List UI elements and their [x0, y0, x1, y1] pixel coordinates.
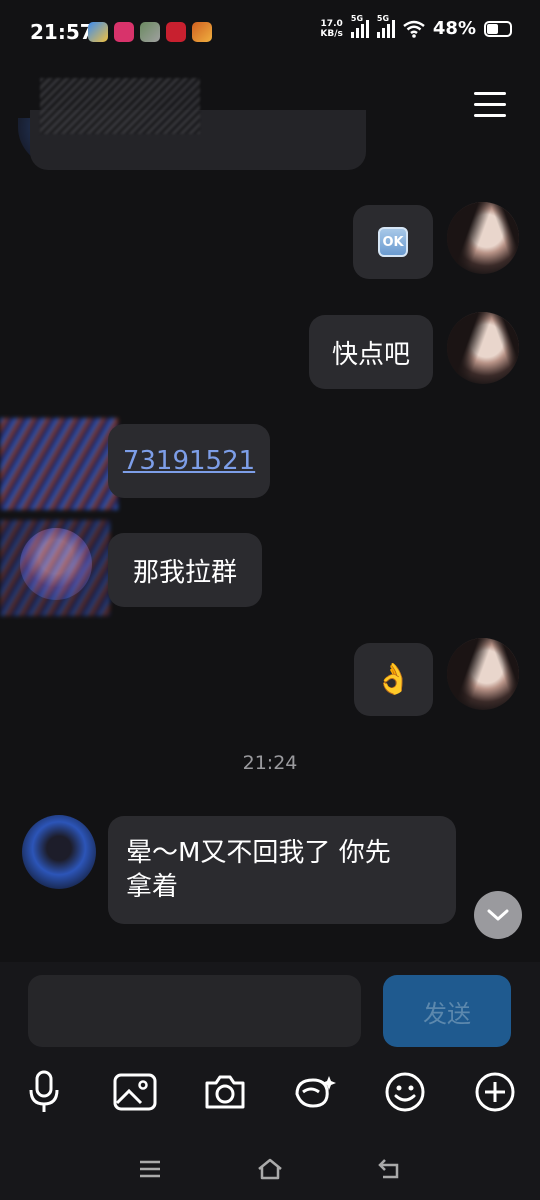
home-icon[interactable]	[255, 1154, 285, 1184]
plus-icon[interactable]	[465, 1062, 525, 1122]
input-toolbar	[0, 1062, 540, 1122]
message-timestamp: 21:24	[242, 752, 298, 774]
camera-icon[interactable]	[195, 1062, 255, 1122]
censored-avatar	[0, 418, 118, 510]
message-bubble-right[interactable]: 👌	[354, 643, 433, 716]
message-input[interactable]	[28, 975, 361, 1047]
sticker-icon[interactable]	[284, 1062, 344, 1122]
message-bubble-left[interactable]: 那我拉群	[108, 533, 262, 607]
app-notification-icon	[166, 22, 186, 42]
message-link[interactable]: 73191521	[123, 446, 255, 476]
signal-icon: 5G	[376, 14, 395, 38]
status-time: 21:57	[30, 20, 94, 44]
message-bubble-left[interactable]: 晕～M又不回我了 你先 拿着	[108, 816, 456, 924]
system-navigation-bar	[0, 1140, 540, 1200]
microphone-icon[interactable]	[14, 1062, 74, 1122]
network-speed: 17.0 KB/s	[320, 18, 343, 39]
scroll-to-bottom-button[interactable]	[474, 891, 522, 939]
message-bubble-left[interactable]: 73191521	[108, 424, 270, 498]
recent-apps-icon[interactable]	[135, 1154, 165, 1184]
battery-percent: 48%	[432, 18, 476, 39]
app-notification-icon	[114, 22, 134, 42]
message-text-line: 晕～M又不回我了 你先	[126, 838, 391, 868]
battery-icon	[484, 20, 512, 37]
censored-chat-title	[40, 78, 200, 134]
chevron-down-icon	[487, 909, 509, 921]
message-bubble-right[interactable]: OK	[353, 205, 433, 279]
my-avatar[interactable]	[447, 202, 519, 274]
image-icon[interactable]	[105, 1062, 165, 1122]
wifi-icon	[403, 20, 425, 38]
notification-app-icons	[88, 22, 212, 42]
my-avatar[interactable]	[447, 638, 519, 710]
signal-icon: 5G	[350, 14, 369, 38]
ok-emoji-icon: OK	[378, 227, 408, 257]
send-button[interactable]: 发送	[383, 975, 511, 1047]
app-notification-icon	[140, 22, 160, 42]
message-bubble-right[interactable]: 快点吧	[309, 315, 433, 389]
message-text: 快点吧	[331, 339, 410, 370]
status-bar: 21:57 17.0 KB/s 5G 5G 48%	[0, 0, 540, 66]
message-text: 那我拉群	[132, 557, 237, 588]
message-text-line: 拿着	[126, 872, 179, 902]
app-notification-icon	[88, 22, 108, 42]
emoji-icon[interactable]	[375, 1062, 435, 1122]
ok-hand-emoji: 👌	[374, 662, 413, 697]
back-icon[interactable]	[375, 1154, 405, 1184]
menu-icon[interactable]	[474, 92, 506, 118]
contact-avatar[interactable]	[22, 815, 96, 889]
censored-avatar	[0, 520, 110, 616]
my-avatar[interactable]	[447, 312, 519, 384]
app-notification-icon	[192, 22, 212, 42]
